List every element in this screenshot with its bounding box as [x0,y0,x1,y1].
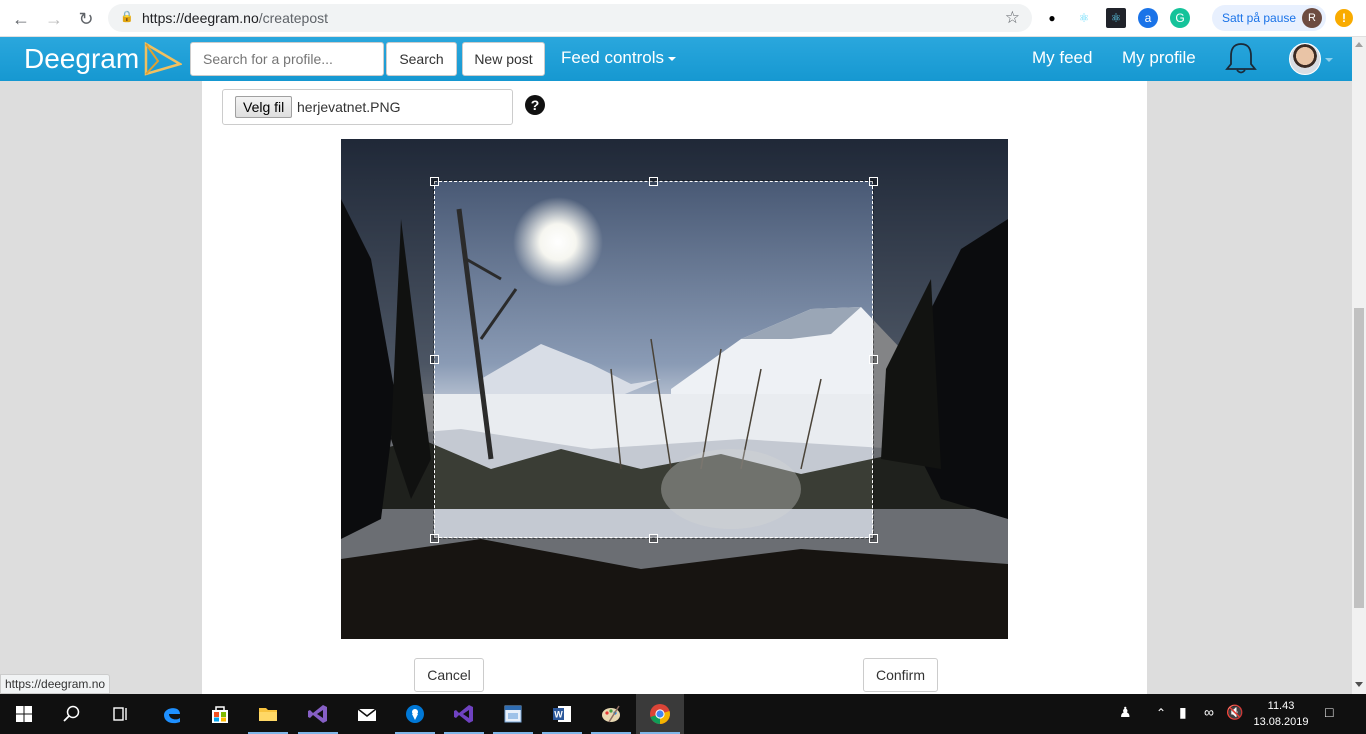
map-pin-icon [406,705,424,723]
task-view-icon [113,707,127,721]
url-host: https://deegram.no [142,10,259,26]
selected-file-name: herjevatnet.PNG [297,99,401,115]
crop-handle-nw[interactable] [430,177,439,186]
chevron-down-icon [668,56,676,61]
user-avatar[interactable] [1289,43,1321,75]
crop-handle-s[interactable] [649,534,658,543]
folder-icon [259,708,277,721]
store-icon [212,706,228,723]
word-icon: W [553,706,571,722]
grammarly-icon[interactable]: G [1170,8,1190,28]
edge-icon [164,708,180,724]
my-feed-link[interactable]: My feed [1032,48,1092,68]
crop-handle-e[interactable] [869,355,878,364]
scroll-down-icon[interactable] [1355,682,1363,687]
crop-handle-se[interactable] [869,534,878,543]
confirm-button[interactable]: Confirm [863,658,938,692]
search-button[interactable]: Search [386,42,457,76]
task-view[interactable] [96,694,144,734]
taskbar-store[interactable] [196,694,244,734]
url-path: /createpost [258,10,329,26]
my-profile-link[interactable]: My profile [1122,48,1196,68]
profile-status-text: Satt på pause [1222,11,1297,25]
scroll-thumb[interactable] [1354,308,1364,608]
bookmark-star-icon[interactable]: ☆ [1005,8,1020,28]
status-bar-url: https://deegram.no [0,674,111,694]
crop-handle-ne[interactable] [869,177,878,186]
url-text: https://deegram.no/createpost [142,10,328,26]
forward-icon[interactable]: → [43,8,65,30]
scroll-up-icon[interactable] [1355,42,1363,47]
help-icon[interactable]: ? [525,95,545,115]
app-navbar: Deegram Search New post Feed controls My… [0,37,1352,81]
file-input[interactable]: Velg fil herjevatnet.PNG [222,89,513,125]
feed-controls-label: Feed controls [561,48,664,67]
clock-time: 11.43 [1267,700,1295,712]
logo-text[interactable]: Deegram [24,43,139,75]
chrome-icon [650,704,670,724]
reload-icon[interactable]: ↻ [75,8,97,30]
app-window-icon [504,705,522,723]
clock-date: 13.08.2019 [1253,716,1309,728]
back-icon[interactable]: ← [10,8,32,30]
extension-3-icon[interactable]: ⚛ [1106,8,1126,28]
profile-search-input[interactable] [190,42,384,76]
svg-text:W: W [554,710,563,720]
notification-bell-icon[interactable] [1222,40,1260,76]
taskbar-file-explorer[interactable] [244,694,292,734]
search-icon [63,705,80,722]
crop-handle-n[interactable] [649,177,658,186]
taskbar-chrome[interactable] [636,694,684,734]
logo-mark-icon [144,42,182,76]
taskbar-word[interactable]: W [538,694,586,734]
taskbar-visual-studio-1[interactable] [294,694,342,734]
people-icon[interactable]: ♟ [1119,704,1132,721]
crop-handle-w[interactable] [430,355,439,364]
profile-paused-chip[interactable]: Satt på pause R [1212,5,1326,31]
avatar-caret-icon[interactable] [1325,58,1333,62]
paint-palette-icon [602,705,620,723]
choose-file-button[interactable]: Velg fil [235,96,293,118]
page-scrollbar[interactable] [1352,37,1366,694]
taskbar-search[interactable] [48,694,96,734]
start-button[interactable] [0,694,48,734]
profile-avatar: R [1302,8,1322,28]
windows-logo-icon [16,706,32,722]
lock-icon: 🔒 [120,11,134,23]
taskbar-visual-studio-2[interactable] [440,694,488,734]
browser-toolbar: ← → ↻ 🔒 https://deegram.no/createpost ☆ … [0,0,1366,37]
taskbar-paint[interactable] [587,694,635,734]
mail-icon [357,708,377,721]
taskbar-mail[interactable] [343,694,391,734]
feed-controls-dropdown[interactable]: Feed controls [561,48,676,68]
visual-studio-icon [308,705,327,723]
taskbar-edge[interactable] [148,694,196,734]
crop-selection[interactable] [433,180,874,539]
action-center-icon[interactable]: □ [1325,704,1333,720]
address-bar[interactable]: 🔒 https://deegram.no/createpost ☆ [108,4,1032,32]
system-clock[interactable]: 11.43 13.08.2019 [1252,698,1310,730]
wifi-icon[interactable]: ∞ [1204,704,1214,720]
battery-icon[interactable]: ▮ [1179,704,1187,721]
crop-image[interactable] [341,139,1008,639]
crop-handle-sw[interactable] [430,534,439,543]
volume-muted-icon[interactable]: 🔇 [1226,704,1243,721]
taskbar-app-window[interactable] [489,694,537,734]
create-post-panel: Velg fil herjevatnet.PNG ? Cancel Confir… [202,81,1147,694]
extension-4-icon[interactable]: a [1138,8,1158,28]
cancel-button[interactable]: Cancel [414,658,484,692]
tray-expand-icon[interactable]: ⌃ [1156,706,1166,720]
chrome-alert-icon[interactable]: ! [1335,9,1353,27]
new-post-button[interactable]: New post [462,42,545,76]
visual-studio-icon [454,705,473,723]
windows-taskbar: W ♟ ⌃ ▮ ∞ 🔇 11.43 13.08.2019 □ [0,694,1366,734]
taskbar-maps[interactable] [391,694,439,734]
extension-1-icon[interactable]: ● [1042,8,1062,28]
react-devtools-icon[interactable]: ⚛ [1074,8,1094,28]
